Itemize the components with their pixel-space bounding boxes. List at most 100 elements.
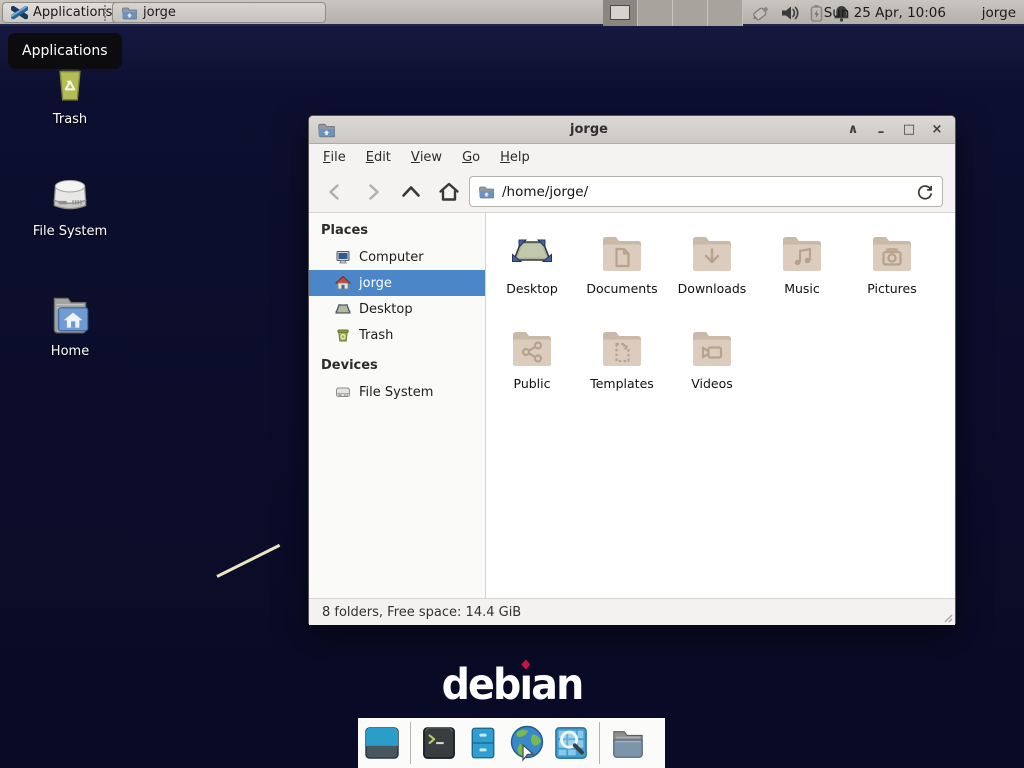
panel-username[interactable]: jorge [982, 0, 1016, 26]
folder-label: Videos [691, 376, 733, 391]
shade-button[interactable]: ∧ [843, 120, 863, 140]
sidebar-item-file-system[interactable]: File System [309, 379, 485, 405]
taskbar-window-button[interactable]: jorge [112, 2, 326, 23]
back-button[interactable] [319, 176, 351, 207]
folder-label: Desktop [506, 281, 558, 296]
workspace-1[interactable] [603, 0, 638, 26]
menu-edit[interactable]: Edit [356, 144, 401, 170]
folder-label: Documents [586, 281, 657, 296]
path-input[interactable] [502, 184, 908, 200]
sidebar: Places Computer jorge [309, 213, 486, 598]
globe-browser-icon [508, 724, 546, 762]
home-icon [437, 180, 461, 204]
sidebar-item-trash[interactable]: Trash [309, 322, 485, 348]
menu-file[interactable]: File [313, 144, 356, 170]
resize-grip[interactable] [942, 612, 953, 623]
document-icon [598, 228, 646, 276]
folder-view[interactable]: Desktop Documents [486, 213, 955, 598]
terminal-icon [421, 725, 457, 761]
folder-item-desktop[interactable]: Desktop [487, 226, 577, 321]
folder-shortcut[interactable] [609, 724, 647, 762]
applications-menu-label: Applications [33, 5, 112, 20]
maximize-button[interactable]: □ [899, 120, 919, 140]
hard-drive-icon [335, 384, 351, 400]
reload-icon[interactable] [916, 183, 934, 201]
folder-label: Downloads [678, 281, 747, 296]
menu-view[interactable]: View [401, 144, 452, 170]
home-button[interactable] [433, 176, 465, 207]
terminal-launcher[interactable] [420, 724, 458, 762]
folder-item-public[interactable]: Public [487, 321, 577, 416]
window-title: jorge [335, 122, 843, 137]
app-finder-launcher[interactable] [552, 724, 590, 762]
location-bar[interactable] [469, 176, 943, 207]
desktop-icon-home[interactable]: Home [10, 288, 130, 359]
download-arrow-icon [688, 228, 736, 276]
forward-arrow-icon [362, 181, 384, 203]
network-icon[interactable] [750, 3, 772, 23]
show-desktop-button[interactable] [363, 724, 401, 762]
home-icon [335, 275, 351, 291]
forward-button[interactable] [357, 176, 389, 207]
desktop-pad-icon [335, 301, 351, 317]
sidebar-item-desktop[interactable]: Desktop [309, 296, 485, 322]
hard-drive-icon [44, 168, 96, 218]
home-folder-icon [45, 288, 95, 338]
folder-item-downloads[interactable]: Downloads [667, 226, 757, 321]
workspace-switcher [603, 0, 743, 26]
folder-label: Templates [590, 376, 654, 391]
web-browser-launcher[interactable] [508, 724, 546, 762]
menu-help[interactable]: Help [490, 144, 540, 170]
desktop-icon-label: File System [33, 224, 107, 239]
username-text: jorge [982, 5, 1016, 21]
share-icon [508, 323, 556, 371]
desktop-icon-file-system[interactable]: File System [10, 168, 130, 239]
applications-tooltip: Applications [8, 33, 122, 69]
workspace-4[interactable] [708, 0, 743, 26]
folder-label: Music [784, 281, 820, 296]
sidebar-item-label: File System [359, 385, 433, 400]
xfce-logo-icon [11, 4, 28, 21]
menu-go[interactable]: Go [452, 144, 490, 170]
folder-item-music[interactable]: Music [757, 226, 847, 321]
minimize-button[interactable]: – [871, 120, 891, 140]
camera-icon [868, 228, 916, 276]
debian-logo: debıan [420, 660, 604, 710]
music-notes-icon [778, 228, 826, 276]
panel-clock[interactable]: Sun 25 Apr, 10:06 [824, 0, 946, 26]
sidebar-item-label: jorge [359, 276, 392, 291]
battery-icon[interactable] [809, 4, 824, 23]
file-manager-window: jorge ∧ – □ × File Edit View Go Help [308, 115, 956, 624]
statusbar-text: 8 folders, Free space: 14.4 GiB [322, 605, 521, 620]
folder-item-pictures[interactable]: Pictures [847, 226, 937, 321]
folder-label: Pictures [867, 281, 917, 296]
show-desktop-icon [364, 726, 400, 760]
up-button[interactable] [395, 176, 427, 207]
desktop-icon-label: Trash [53, 112, 87, 127]
volume-icon[interactable] [781, 4, 800, 22]
sidebar-item-label: Desktop [359, 302, 413, 317]
panel-separator-handle [104, 5, 109, 21]
window-titlebar[interactable]: jorge ∧ – □ × [309, 116, 955, 144]
folder-icon [121, 5, 137, 21]
folder-item-templates[interactable]: Templates [577, 321, 667, 416]
workspace-2[interactable] [638, 0, 673, 26]
folder-item-documents[interactable]: Documents [577, 226, 667, 321]
sidebar-item-jorge[interactable]: jorge [309, 270, 485, 296]
workspace-3[interactable] [673, 0, 708, 26]
folder-icon [610, 726, 646, 760]
clock-text: Sun 25 Apr, 10:06 [824, 5, 946, 21]
workspace-window-thumbnail [610, 5, 630, 20]
sidebar-item-computer[interactable]: Computer [309, 244, 485, 270]
dock-separator [599, 722, 600, 764]
places-header: Places [309, 221, 485, 244]
close-button[interactable]: × [927, 120, 947, 140]
desktop-pad-icon [508, 228, 556, 276]
menubar: File Edit View Go Help [309, 144, 955, 170]
file-manager-launcher[interactable] [464, 724, 502, 762]
folder-item-videos[interactable]: Videos [667, 321, 757, 416]
trash-icon [335, 327, 351, 343]
template-icon [598, 323, 646, 371]
tooltip-text: Applications [22, 43, 108, 59]
computer-icon [335, 249, 351, 265]
